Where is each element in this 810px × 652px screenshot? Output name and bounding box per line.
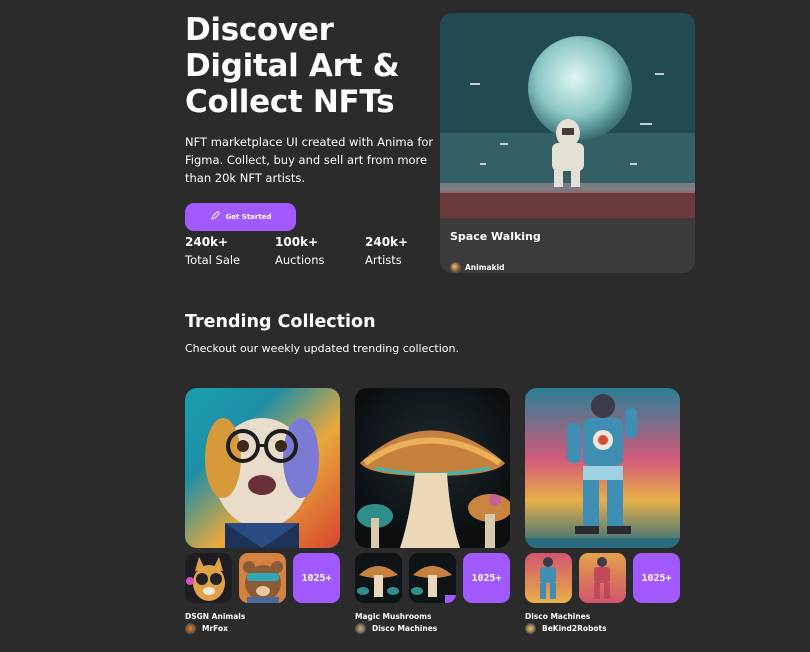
collection-main-image	[355, 388, 510, 548]
collection-thumbnail[interactable]	[409, 553, 456, 603]
collection-thumbnails: 1025+	[355, 553, 510, 603]
featured-nft-title: Space Walking	[450, 230, 541, 243]
avatar	[450, 262, 461, 273]
collection-card-magic-mushrooms[interactable]: 1025+ Magic Mushrooms Disco Machines	[355, 388, 510, 638]
page: Discover Digital Art & Collect NFTs NFT …	[0, 0, 810, 652]
get-started-button[interactable]: Get Started	[185, 203, 296, 231]
collection-name: DSGN Animals	[185, 612, 246, 621]
collection-thumbnail[interactable]	[239, 553, 286, 603]
featured-nft-card[interactable]: Space Walking Animakid	[440, 13, 695, 273]
collection-thumbnails: 1025+	[525, 553, 680, 603]
collection-thumbnail[interactable]	[185, 553, 232, 603]
collection-artist[interactable]: Disco Machines	[355, 623, 437, 634]
collection-name: Disco Machines	[525, 612, 591, 621]
avatar	[525, 623, 536, 634]
collection-card-dsgn-animals[interactable]: 1025+ DSGN Animals MrFox	[185, 388, 340, 638]
stat-total-sale: 240k+ Total Sale	[185, 233, 275, 269]
stat-label: Total Sale	[185, 253, 241, 267]
trending-section-subtitle: Checkout our weekly updated trending col…	[185, 342, 459, 355]
featured-nft-artist[interactable]: Animakid	[450, 262, 505, 273]
avatar	[355, 623, 366, 634]
artist-name: BeKind2Robots	[542, 624, 607, 633]
collection-card-disco-machines[interactable]: 1025+ Disco Machines BeKind2Robots	[525, 388, 680, 638]
collection-thumbnail[interactable]	[355, 553, 402, 603]
hero-subtitle: NFT marketplace UI created with Anima fo…	[185, 135, 434, 185]
avatar	[185, 623, 196, 634]
rocket-icon	[210, 211, 220, 223]
stat-auctions: 100k+ Auctions	[275, 233, 365, 269]
get-started-label: Get Started	[225, 213, 272, 221]
hero-title: Discover Digital Art & Collect NFTs	[185, 12, 400, 120]
collection-thumbnail[interactable]	[525, 553, 572, 603]
stat-label: Auctions	[275, 253, 325, 267]
stat-value: 100k+	[275, 235, 319, 249]
collection-artist[interactable]: BeKind2Robots	[525, 623, 607, 634]
collection-artist[interactable]: MrFox	[185, 623, 228, 634]
artist-name: Disco Machines	[372, 624, 438, 633]
hero-stats: 240k+ Total Sale 100k+ Auctions 240k+ Ar…	[185, 233, 455, 269]
collection-count-badge[interactable]: 1025+	[293, 553, 340, 603]
collection-count-badge[interactable]: 1025+	[463, 553, 510, 603]
collection-thumbnails: 1025+	[185, 553, 340, 603]
collection-count-badge[interactable]: 1025+	[633, 553, 680, 603]
collection-name: Magic Mushrooms	[355, 612, 432, 621]
collection-main-image	[525, 388, 680, 548]
collection-thumbnail[interactable]	[579, 553, 626, 603]
featured-nft-image	[440, 13, 695, 218]
artist-name: Animakid	[465, 263, 505, 272]
stat-value: 240k+	[185, 235, 229, 249]
trending-section-title: Trending Collection	[185, 312, 376, 332]
collection-main-image	[185, 388, 340, 548]
artist-name: MrFox	[202, 624, 228, 633]
